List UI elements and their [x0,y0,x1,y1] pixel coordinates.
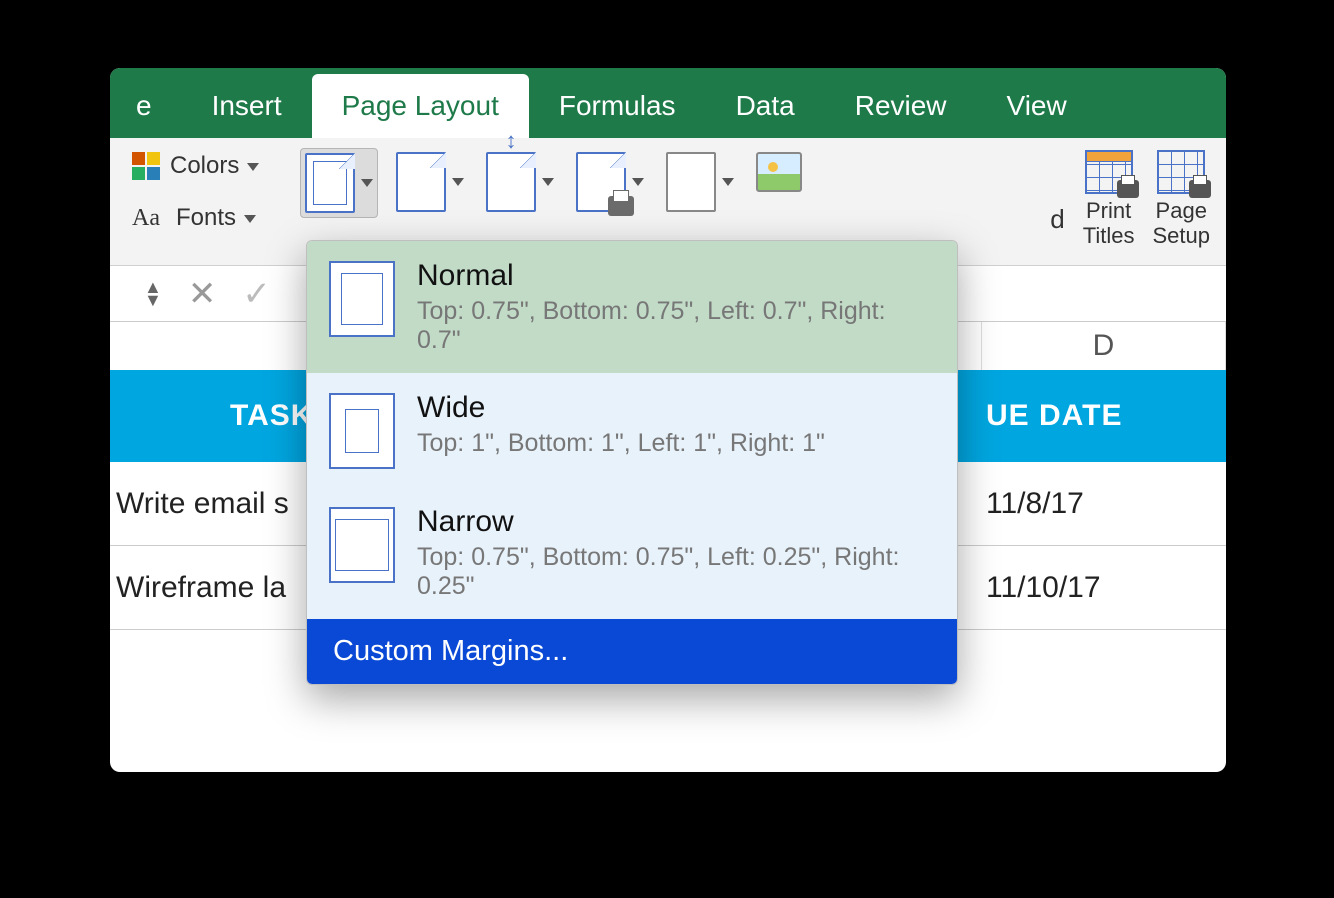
print-area-button[interactable] [572,148,648,216]
ribbon-tab-bar: e Insert Page Layout Formulas Data Revie… [110,68,1226,138]
tab-formulas[interactable]: Formulas [529,74,706,138]
header-due-date: UE DATE [982,370,1226,462]
tab-insert[interactable]: Insert [182,74,312,138]
margins-thumb-icon [329,261,395,337]
colors-dropdown[interactable]: Colors [132,152,300,180]
page-setup-tools: ↕ [300,144,806,218]
margins-option-narrow[interactable]: Narrow Top: 0.75", Bottom: 0.75", Left: … [307,487,957,619]
margins-option-desc: Top: 0.75", Bottom: 0.75", Left: 0.25", … [417,543,935,601]
page-setup-label-2: Setup [1153,223,1211,248]
confirm-button[interactable]: ✓ [242,274,271,314]
print-titles-label-1: Print [1086,198,1131,223]
app-window: e Insert Page Layout Formulas Data Revie… [110,68,1226,772]
colors-label: Colors [170,152,259,180]
tab-data[interactable]: Data [706,74,825,138]
print-area-icon [576,152,626,212]
picture-icon [756,152,802,192]
col-header-d[interactable]: D [982,322,1226,370]
breaks-icon [666,152,716,212]
breaks-button[interactable] [662,148,738,216]
print-titles-label-2: Titles [1083,223,1135,248]
tab-page-layout[interactable]: Page Layout [312,74,529,138]
chevron-down-icon [722,178,734,186]
chevron-down-icon [542,178,554,186]
custom-margins-label: Custom Margins... [333,635,568,668]
margins-dropdown-menu: Normal Top: 0.75", Bottom: 0.75", Left: … [306,240,958,685]
cancel-button[interactable]: ✕ [188,274,217,314]
margins-thumb-icon [329,507,395,583]
print-titles-icon [1085,150,1133,194]
page-setup-button[interactable]: Page Setup [1153,150,1211,249]
margins-option-normal[interactable]: Normal Top: 0.75", Bottom: 0.75", Left: … [307,241,957,373]
page-setup-label-1: Page [1156,198,1207,223]
chevron-down-icon [452,178,464,186]
chevron-down-icon [632,178,644,186]
background-label-partial: d [1050,164,1064,235]
orientation-button[interactable] [392,148,468,216]
fonts-dropdown[interactable]: Aa Fonts [132,204,300,232]
orientation-icon [396,152,446,212]
margins-option-title: Narrow [417,505,935,539]
print-titles-button[interactable]: Print Titles [1083,150,1135,249]
size-icon: ↕ [486,152,536,212]
margins-option-wide[interactable]: Wide Top: 1", Bottom: 1", Left: 1", Righ… [307,373,957,487]
colors-icon [132,152,160,180]
fonts-label: Fonts [176,204,256,232]
margins-option-custom[interactable]: Custom Margins... [307,619,957,684]
page-setup-icon [1157,150,1205,194]
margins-option-desc: Top: 1", Bottom: 1", Left: 1", Right: 1" [417,429,825,458]
ribbon-right: d Print Titles Page Setup [1050,144,1226,249]
themes-group: Colors Aa Fonts [110,144,300,256]
margins-option-title: Normal [417,259,935,293]
tab-view[interactable]: View [977,74,1097,138]
background-button[interactable] [752,148,806,196]
fonts-icon: Aa [132,205,166,232]
margins-icon [305,153,355,213]
name-box-stepper[interactable]: ▲▼ [144,281,162,306]
cell-due[interactable]: 11/10/17 [982,546,1226,629]
size-button[interactable]: ↕ [482,148,558,216]
margins-option-title: Wide [417,391,825,425]
tab-home-partial[interactable]: e [124,74,182,138]
chevron-down-icon [361,179,373,187]
margins-option-desc: Top: 0.75", Bottom: 0.75", Left: 0.7", R… [417,297,935,355]
margins-button[interactable] [300,148,378,218]
tab-review[interactable]: Review [825,74,977,138]
cell-due[interactable]: 11/8/17 [982,462,1226,545]
margins-thumb-icon [329,393,395,469]
